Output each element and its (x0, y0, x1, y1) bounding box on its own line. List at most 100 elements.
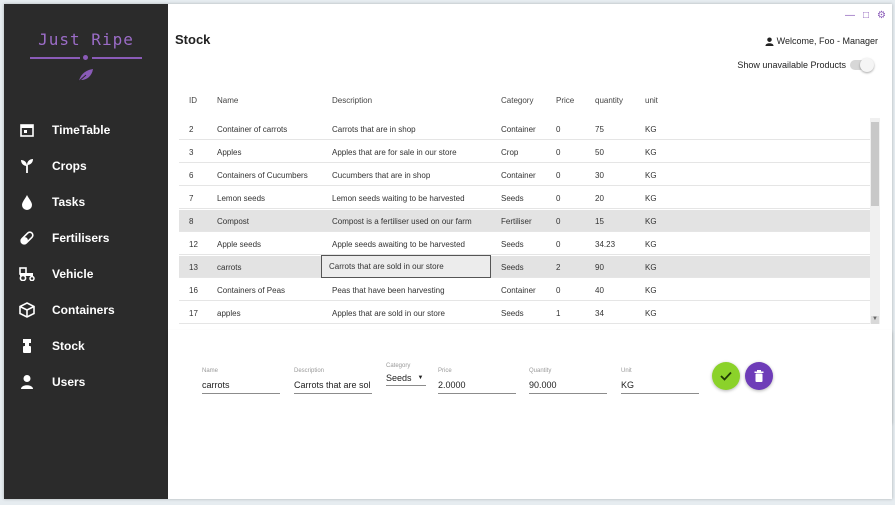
pill-icon (18, 229, 36, 247)
table-row[interactable]: 8 Compost Compost is a fertiliser used o… (179, 210, 870, 232)
cell-unit: KG (645, 217, 657, 226)
cell-category: Crop (501, 148, 519, 157)
column-header-description[interactable]: Description (332, 96, 372, 105)
table-row[interactable]: 17 apples Apples that are sold in our st… (179, 302, 870, 324)
table-row[interactable]: 7 Lemon seeds Lemon seeds waiting to be … (179, 187, 870, 209)
table-row[interactable]: 16 Containers of Peas Peas that have bee… (179, 279, 870, 301)
table-row[interactable]: 3 Apples Apples that are for sale in our… (179, 141, 870, 163)
column-header-quantity[interactable]: quantity (595, 96, 623, 105)
scroll-down-icon[interactable]: ▼ (871, 316, 879, 324)
sidebar-item-fertilisers[interactable]: Fertilisers (4, 220, 168, 256)
cell-unit: KG (645, 309, 657, 318)
cell-id: 16 (189, 286, 198, 295)
cell-price: 0 (556, 171, 561, 180)
cell-quantity: 90 (595, 263, 604, 272)
sidebar-item-stock[interactable]: Stock (4, 328, 168, 364)
scrollbar-thumb[interactable] (871, 122, 879, 206)
quantity-input[interactable] (529, 377, 607, 394)
name-field: Name (202, 368, 280, 394)
stock-table: ID Name Description Category Price quant… (177, 84, 882, 324)
sidebar-item-tasks[interactable]: Tasks (4, 184, 168, 220)
sidebar-item-label: Users (52, 375, 86, 389)
cell-category: Seeds (501, 263, 524, 272)
category-select[interactable]: Seeds ▼ (386, 370, 426, 386)
cell-quantity: 15 (595, 217, 604, 226)
cell-category: Container (501, 125, 536, 134)
leaf-icon (77, 69, 93, 83)
settings-icon[interactable]: ⚙ (877, 10, 886, 21)
price-field: Price (438, 368, 516, 394)
column-header-price[interactable]: Price (556, 96, 574, 105)
tractor-icon (18, 265, 36, 283)
cell-id: 2 (189, 125, 194, 134)
name-input[interactable] (202, 377, 280, 394)
cell-category: Seeds (501, 309, 524, 318)
cell-name: Compost (217, 217, 250, 226)
sidebar-item-users[interactable]: Users (4, 364, 168, 400)
delete-button[interactable] (745, 362, 773, 390)
user-icon (765, 36, 774, 46)
cell-id: 7 (189, 194, 194, 203)
table-row[interactable]: 2 Container of carrots Carrots that are … (179, 118, 870, 140)
column-header-id[interactable]: ID (189, 96, 197, 105)
minimize-icon[interactable]: — (845, 10, 855, 21)
maximize-icon[interactable]: □ (863, 10, 869, 21)
unit-label: Unit (621, 368, 632, 374)
price-input[interactable] (438, 377, 516, 394)
cell-id: 12 (189, 240, 198, 249)
cell-category: Fertiliser (501, 217, 532, 226)
cell-description: Peas that have been harvesting (332, 286, 445, 295)
drop-icon (18, 193, 36, 211)
quantity-field: Quantity (529, 368, 607, 394)
sidebar-item-label: Containers (52, 303, 115, 317)
sidebar-item-crops[interactable]: Crops (4, 148, 168, 184)
cell-description: Apple seeds awaiting to be harvested (332, 240, 465, 249)
window-controls: — □ ⚙ (845, 10, 886, 21)
description-field: Description (294, 368, 372, 394)
cell-description: Carrots that are in shop (332, 125, 416, 134)
column-header-category[interactable]: Category (501, 96, 533, 105)
cell-description: Compost is a fertiliser used on our farm (332, 217, 472, 226)
table-row[interactable]: 6 Containers of Cucumbers Cucumbers that… (179, 164, 870, 186)
stock-icon (18, 337, 36, 355)
unit-input[interactable] (621, 377, 699, 394)
description-input[interactable] (294, 377, 372, 394)
trash-icon (754, 370, 764, 382)
cell-name: Lemon seeds (217, 194, 266, 203)
table-row[interactable]: 12 Apple seeds Apple seeds awaiting to b… (179, 233, 870, 255)
cell-price: 0 (556, 286, 561, 295)
cell-name: Container of carrots (217, 125, 288, 134)
save-button[interactable] (712, 362, 740, 390)
app-logo: Just Ripe (24, 30, 148, 88)
cell-unit: KG (645, 171, 657, 180)
sidebar-item-containers[interactable]: Containers (4, 292, 168, 328)
price-label: Price (438, 368, 452, 374)
table-scrollbar[interactable]: ▼ (870, 118, 880, 324)
cell-quantity: 40 (595, 286, 604, 295)
cell-quantity: 34.23 (595, 240, 616, 249)
welcome-label: Welcome, Foo - Manager (776, 36, 878, 46)
logo-divider (24, 53, 148, 61)
cell-description: Cucumbers that are in shop (332, 171, 431, 180)
cell-name: apples (217, 309, 241, 318)
category-value: Seeds (386, 372, 412, 383)
cell-description: Lemon seeds waiting to be harvested (332, 194, 465, 203)
cell-description-focused[interactable]: Carrots that are sold in our store (321, 255, 491, 278)
cell-id: 13 (189, 263, 198, 272)
cell-name: carrots (217, 263, 242, 272)
sidebar-item-timetable[interactable]: TimeTable (4, 112, 168, 148)
unit-field: Unit (621, 368, 699, 394)
column-header-unit[interactable]: unit (645, 96, 658, 105)
name-label: Name (202, 368, 219, 374)
cell-name: Apples (217, 148, 242, 157)
edit-panel: Name Description Category Seeds ▼ Price … (168, 330, 892, 422)
calendar-icon (18, 121, 36, 139)
table-row-selected[interactable]: 13 carrots Carrots that are sold in our … (179, 255, 870, 278)
cell-quantity: 34 (595, 309, 604, 318)
sidebar-item-vehicle[interactable]: Vehicle (4, 256, 168, 292)
column-header-name[interactable]: Name (217, 96, 238, 105)
cell-price: 0 (556, 217, 561, 226)
show-unavailable-toggle[interactable] (850, 58, 874, 72)
show-unavailable-row: Show unavailable Products (737, 58, 874, 72)
category-label: Category (386, 363, 411, 369)
